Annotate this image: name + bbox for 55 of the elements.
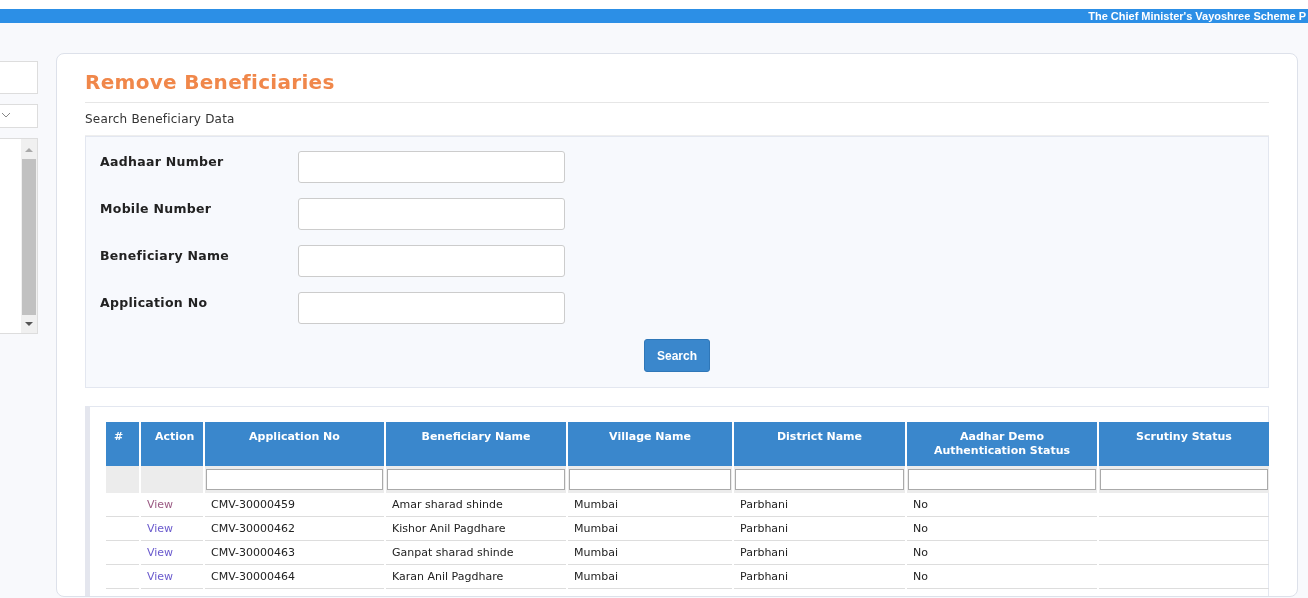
column-header[interactable]: Action [141,422,203,466]
table-cell: No [913,498,928,511]
input-field[interactable] [298,292,565,324]
field-label: Aadhaar Number [100,153,225,169]
view-link[interactable]: View [147,570,174,583]
input-field[interactable] [298,151,565,183]
column-header[interactable]: Village Name [568,422,732,466]
table-cell: CMV-30000462 [211,522,295,535]
filter-field[interactable] [206,469,383,490]
field-label: Application No [100,294,209,310]
chevron-down-icon [2,113,10,118]
field-label: Beneficiary Name [100,247,231,263]
table-cell: Karan Anil Pagdhare [392,570,504,583]
table-cell: CMV-30000463 [211,546,295,559]
page-title: Remove Beneficiaries [85,70,1269,103]
input-field[interactable] [298,245,565,277]
table-cell: No [913,546,928,559]
filter-field[interactable] [387,469,565,490]
filter-field[interactable] [1100,469,1268,490]
filter-field[interactable] [908,469,1096,490]
table-cell: Parbhani [740,546,789,559]
table-cell: No [913,522,928,535]
scrollbar[interactable] [21,139,37,333]
view-link[interactable]: View [147,546,174,559]
scroll-up-icon[interactable] [25,147,33,153]
table-cell: Kishor Anil Pagdhare [392,522,506,535]
column-header[interactable]: # [106,422,139,466]
column-header[interactable]: District Name [734,422,905,466]
table-cell: CMV-30000464 [211,570,295,583]
table-cell: Parbhani [740,522,789,535]
field-label: Mobile Number [100,200,213,216]
search-button[interactable]: Search [644,339,711,372]
table-cell: Mumbai [574,570,618,583]
table-cell: Ganpat sharad shinde [392,546,514,559]
scroll-down-icon[interactable] [25,321,33,327]
filter-field[interactable] [735,469,904,490]
table-cell: Parbhani [740,498,789,511]
column-header[interactable]: Aadhar Demo Authentication Status [907,422,1097,466]
sidebar-field[interactable] [0,61,38,94]
column-header[interactable]: Beneficiary Name [386,422,566,466]
header-title: The Chief Minister's Vayoshree Scheme P [1088,9,1307,23]
table-cell: No [913,570,928,583]
sidebar-dropdown[interactable] [0,104,38,128]
table-cell: Amar sharad shinde [392,498,503,511]
input-field[interactable] [298,198,565,230]
table-cell: Mumbai [574,498,618,511]
table-cell: Parbhani [740,570,789,583]
view-link[interactable]: View [147,522,174,535]
table-cell: Mumbai [574,546,618,559]
table-cell: CMV-30000459 [211,498,295,511]
view-link[interactable]: View [147,498,174,511]
column-header[interactable]: Application No [205,422,384,466]
column-header[interactable]: Scrutiny Status [1099,422,1269,466]
table-cell: Mumbai [574,522,618,535]
filter-field[interactable] [569,469,731,490]
